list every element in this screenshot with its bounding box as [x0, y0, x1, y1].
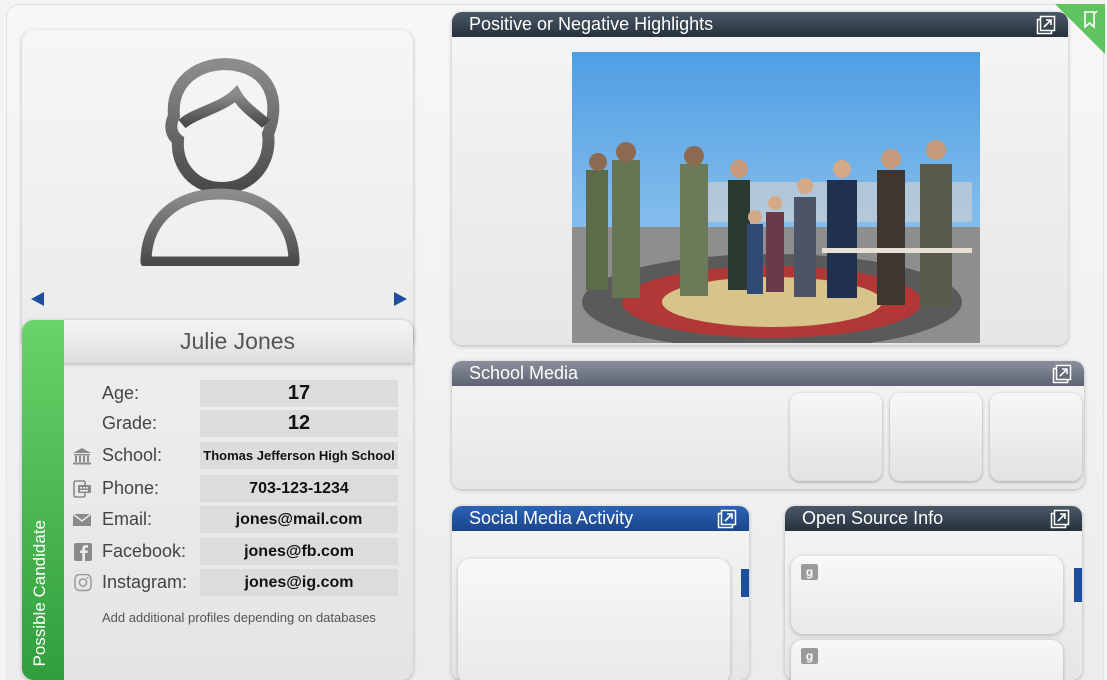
- social-media-panel-title: Social Media Activity: [469, 508, 634, 528]
- school-icon: [73, 448, 91, 465]
- expand-icon[interactable]: [1036, 15, 1056, 35]
- field-school: School: Thomas Jefferson High School: [70, 442, 410, 470]
- previous-arrow-button[interactable]: [31, 292, 44, 306]
- candidate-status-label: Possible Candidate: [30, 519, 49, 666]
- field-age: Age: 17: [70, 380, 410, 408]
- field-label: Facebook:: [102, 541, 187, 561]
- field-label: Phone:: [102, 478, 160, 498]
- field-grade: Grade: 12: [70, 410, 410, 438]
- open-source-panel-header: Open Source Info: [785, 506, 1082, 531]
- facebook-icon: [74, 543, 92, 561]
- email-icon: [72, 513, 92, 526]
- social-media-panel: Social Media Activity: [452, 506, 749, 680]
- highlight-photo[interactable]: [572, 52, 980, 343]
- media-thumbnail[interactable]: [790, 393, 882, 481]
- additional-profiles-note: Add additional profiles depending on dat…: [102, 610, 376, 625]
- highlights-panel: Positive or Negative Highlights: [452, 12, 1068, 345]
- expand-icon[interactable]: [717, 509, 737, 529]
- field-value-age[interactable]: 17: [200, 380, 398, 407]
- open-source-panel: Open Source Info g g: [785, 506, 1082, 680]
- phone-icon: [73, 480, 91, 498]
- field-phone: Phone: 703-123-1234: [70, 475, 410, 503]
- field-label: School:: [102, 445, 163, 465]
- field-instagram: Instagram: jones@ig.com: [70, 569, 410, 597]
- field-label: Grade:: [102, 413, 158, 433]
- field-label: Age:: [102, 383, 140, 403]
- avatar-card: [22, 30, 413, 350]
- scrollbar-thumb[interactable]: [1074, 568, 1082, 602]
- field-value-email[interactable]: jones@mail.com: [200, 506, 398, 533]
- media-thumbnail[interactable]: [890, 393, 982, 481]
- social-media-panel-header: Social Media Activity: [452, 506, 749, 531]
- scrollbar-thumb[interactable]: [741, 569, 749, 597]
- next-arrow-button[interactable]: [394, 292, 407, 306]
- profile-name: Julie Jones: [62, 320, 413, 363]
- field-value-instagram[interactable]: jones@ig.com: [200, 569, 398, 596]
- social-post-card[interactable]: [458, 559, 730, 680]
- field-value-grade[interactable]: 12: [200, 410, 398, 437]
- field-label: Instagram:: [102, 572, 188, 592]
- highlights-panel-title: Positive or Negative Highlights: [469, 14, 714, 34]
- expand-icon[interactable]: [1050, 509, 1070, 529]
- field-value-phone[interactable]: 703-123-1234: [200, 475, 398, 502]
- school-media-panel-title: School Media: [469, 363, 579, 383]
- school-media-panel-header: School Media: [452, 361, 1084, 386]
- avatar-placeholder-icon: [140, 58, 300, 266]
- field-value-school[interactable]: Thomas Jefferson High School: [200, 442, 398, 469]
- open-source-result-card[interactable]: g: [791, 556, 1063, 634]
- bookmark-icon: [1084, 10, 1098, 29]
- candidate-status-strip: Possible Candidate: [22, 320, 64, 680]
- media-thumbnail[interactable]: [990, 393, 1082, 481]
- field-value-facebook[interactable]: jones@fb.com: [200, 538, 398, 565]
- field-email: Email: jones@mail.com: [70, 506, 410, 534]
- open-source-result-card[interactable]: g: [791, 640, 1063, 680]
- field-facebook: Facebook: jones@fb.com: [70, 538, 410, 566]
- profile-info-card: Julie Jones Possible Candidate Age: 17 G…: [22, 320, 413, 680]
- school-media-panel: School Media: [452, 361, 1084, 489]
- expand-icon[interactable]: [1052, 364, 1072, 384]
- google-icon: g: [801, 648, 818, 664]
- highlights-panel-header: Positive or Negative Highlights: [452, 12, 1068, 37]
- field-label: Email:: [102, 509, 153, 529]
- open-source-panel-title: Open Source Info: [802, 508, 944, 528]
- instagram-icon: [74, 574, 92, 592]
- google-icon: g: [801, 564, 818, 580]
